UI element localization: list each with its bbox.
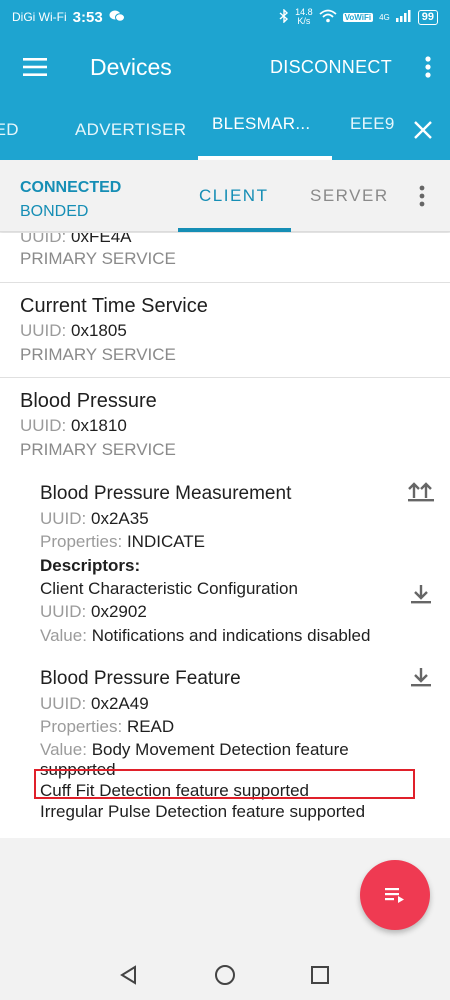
more-vert-icon: [425, 56, 431, 78]
tab-device-1[interactable]: DED: [0, 100, 19, 160]
home-circle-icon: [215, 965, 235, 985]
page-title: Devices: [90, 53, 172, 80]
log-list-icon: [385, 888, 404, 903]
service-item[interactable]: Blood Pressure UUID: 0x1810 PRIMARY SERV…: [0, 378, 450, 838]
characteristic-value-line: Irregular Pulse Detection feature suppor…: [40, 802, 366, 821]
service-item[interactable]: UUID: 0xFE4A PRIMARY SERVICE: [0, 233, 450, 282]
close-tab-button[interactable]: [396, 100, 450, 160]
read-descriptor-button[interactable]: [404, 579, 438, 609]
service-type: PRIMARY SERVICE: [20, 440, 176, 459]
characteristic-uuid: UUID: 0x2A35: [40, 509, 149, 528]
highlight-box: [34, 769, 415, 799]
characteristic-name: Blood Pressure Feature: [40, 668, 241, 689]
client-tab-indicator: [178, 228, 291, 232]
bluetooth-icon: [279, 7, 289, 26]
net-speed: 14.8 K/s: [295, 8, 313, 26]
descriptor-name: Client Characteristic Configuration: [40, 579, 298, 598]
service-uuid: UUID: 0x1805: [20, 321, 127, 340]
app-bar: Devices DISCONNECT: [0, 34, 450, 100]
tab-advertiser[interactable]: ADVERTISER: [75, 100, 186, 160]
connection-status: CONNECTED BONDED: [20, 176, 121, 224]
service-uuid: UUID: 0xFE4A: [20, 233, 132, 246]
characteristic-properties: Properties: READ: [40, 717, 175, 736]
characteristic-uuid: UUID: 0x2A49: [40, 694, 149, 713]
carrier-label: DiGi Wi-Fi: [12, 10, 67, 24]
battery-indicator: 99: [417, 9, 438, 25]
network-type: 4G: [379, 12, 390, 22]
descriptor-value: Value: Notifications and indications dis…: [40, 626, 371, 645]
connected-label: CONNECTED: [20, 179, 122, 196]
characteristic-properties: Properties: INDICATE: [40, 532, 206, 551]
close-icon: [414, 121, 432, 139]
connection-bar: CONNECTED BONDED CLIENT SERVER: [0, 160, 450, 232]
net-speed-unit: K/s: [297, 16, 311, 26]
tab-eee9[interactable]: EEE9: [350, 94, 395, 154]
status-bar: DiGi Wi-Fi 3:53 14.8 K/s VoWiFi 4G 99: [0, 0, 450, 34]
tab-server[interactable]: SERVER: [310, 160, 389, 232]
recents-square-icon: [311, 966, 329, 984]
disconnect-button[interactable]: DISCONNECT: [270, 57, 392, 78]
log-fab-button[interactable]: [360, 860, 430, 930]
device-tabs: DED ADVERTISER BLESMAR... EEE9: [0, 100, 450, 160]
nav-home-button[interactable]: [195, 950, 255, 1000]
hamburger-icon: [23, 58, 47, 76]
back-triangle-icon: [120, 965, 136, 985]
nav-back-button[interactable]: [98, 950, 158, 1000]
characteristic-name: Blood Pressure Measurement: [40, 483, 292, 504]
service-name: Current Time Service: [20, 295, 208, 317]
service-item[interactable]: Current Time Service UUID: 0x1805 PRIMAR…: [0, 283, 450, 377]
download-icon: [411, 668, 431, 687]
clock: 3:53: [72, 8, 103, 26]
menu-button[interactable]: [0, 34, 70, 100]
characteristic-value: Value: Body Movement Detection feature: [40, 740, 349, 759]
connection-menu-button[interactable]: [404, 160, 440, 232]
wifi-icon: [319, 9, 337, 26]
enable-indications-button[interactable]: [404, 477, 438, 507]
bonded-label: BONDED: [20, 203, 89, 220]
tab-client[interactable]: CLIENT: [199, 160, 268, 232]
chat-icon: [109, 9, 125, 26]
indicate-icon: [408, 482, 434, 502]
download-icon: [411, 585, 431, 604]
descriptors-label: Descriptors:: [40, 556, 141, 575]
services-list: UUID: 0xFE4A PRIMARY SERVICE Current Tim…: [0, 233, 450, 838]
descriptor-uuid: UUID: 0x2902: [40, 602, 147, 621]
tab-blesmart[interactable]: BLESMAR...: [212, 94, 310, 154]
service-type: PRIMARY SERVICE: [20, 345, 176, 364]
read-characteristic-button[interactable]: [404, 662, 438, 692]
service-uuid: UUID: 0x1810: [20, 416, 127, 435]
nav-recents-button[interactable]: [290, 950, 350, 1000]
signal-icon: [395, 9, 412, 25]
service-name: Blood Pressure: [20, 390, 157, 412]
service-type: PRIMARY SERVICE: [20, 249, 176, 268]
overflow-menu-button[interactable]: [406, 34, 450, 100]
vowifi-badge: VoWiFi: [342, 12, 374, 22]
more-vert-icon: [419, 185, 425, 207]
